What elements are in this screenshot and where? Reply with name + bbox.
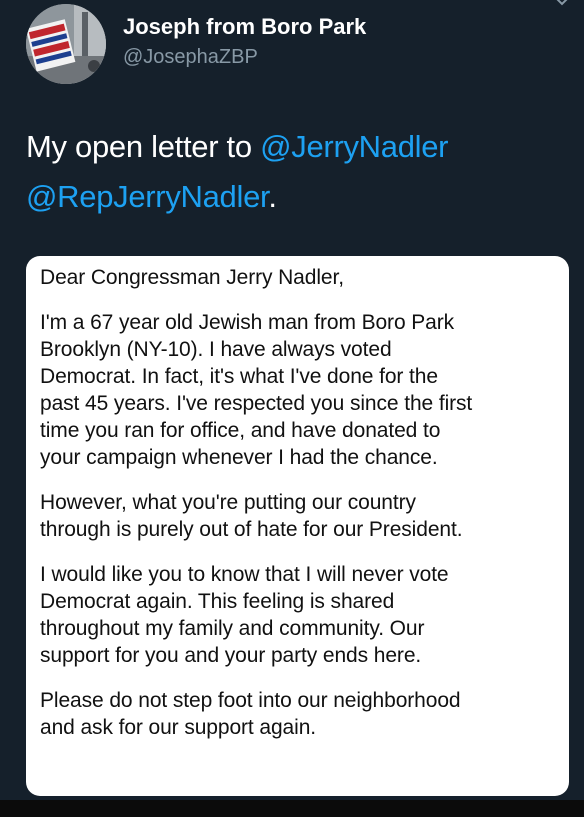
avatar[interactable]	[26, 4, 106, 84]
tweet-text-intro: My open letter to	[26, 129, 261, 164]
chevron-down-icon[interactable]	[554, 0, 570, 10]
bottom-bar	[0, 800, 584, 817]
tweet: Joseph from Boro Park @JosephaZBP My ope…	[0, 0, 584, 800]
letter-paragraph: However, what you're putting our country…	[40, 491, 463, 541]
letter-paragraph: Please do not step foot into our neighbo…	[40, 689, 461, 739]
tweet-text: My open letter to @JerryNadler @RepJerry…	[26, 122, 566, 222]
tweet-text-end: .	[268, 179, 277, 214]
letter-body: Dear Congressman Jerry Nadler, I'm a 67 …	[40, 264, 560, 759]
author-display-name[interactable]: Joseph from Boro Park	[123, 14, 366, 40]
mention-link-repjerrynadler[interactable]: @RepJerryNadler	[26, 179, 269, 214]
author-handle[interactable]: @JosephaZBP	[123, 46, 258, 69]
letter-salutation: Dear Congressman Jerry Nadler,	[40, 266, 344, 289]
avatar-image	[26, 4, 106, 84]
letter-image[interactable]: Dear Congressman Jerry Nadler, I'm a 67 …	[26, 256, 569, 796]
mention-link-jerrynadler[interactable]: @JerryNadler	[260, 129, 448, 164]
letter-paragraph: I'm a 67 year old Jewish man from Boro P…	[40, 311, 473, 469]
letter-paragraph: I would like you to know that I will nev…	[40, 563, 449, 667]
